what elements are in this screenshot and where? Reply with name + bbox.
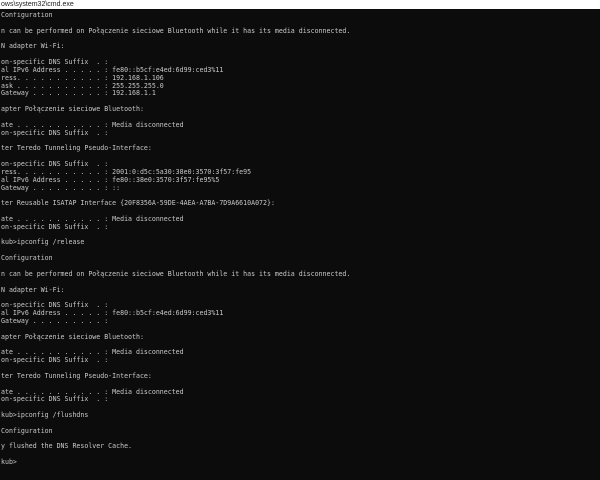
console-line: kub>ipconfig /flushdns: [1, 411, 89, 420]
console-line: n can be performed on Połączenie sieciow…: [1, 269, 351, 278]
window-title: ows\system32\cmd.exe: [1, 1, 74, 8]
console-line: ter Teredo Tunneling Pseudo-Interface:: [1, 371, 152, 380]
console-line: Gateway . . . . . . . . . : 192.168.1.1: [1, 89, 156, 98]
console-line: on-specific DNS Suffix . :: [1, 128, 109, 137]
console-line: Configuration: [1, 426, 53, 435]
window-titlebar[interactable]: ows\system32\cmd.exe: [0, 0, 600, 9]
console-line: n can be performed on Połączenie sieciow…: [1, 26, 351, 35]
console-output[interactable]: Configuration n can be performed on Połąc…: [0, 12, 600, 480]
cmd-window: ows\system32\cmd.exe Configuration n can …: [0, 0, 600, 480]
console-line: Configuration: [1, 12, 53, 19]
console-line: Gateway . . . . . . . . . :: [1, 316, 109, 325]
console-line: kub>: [1, 458, 17, 467]
console-line: apter Połączenie sieciowe Bluetooth:: [1, 105, 144, 114]
console-line: N adapter Wi-Fi:: [1, 285, 65, 294]
console-line: ter Reusable ISATAP Interface {20F8356A-…: [1, 199, 275, 208]
console-line: ter Teredo Tunneling Pseudo-Interface:: [1, 144, 152, 153]
console-line: kub>ipconfig /release: [1, 238, 85, 247]
console-line: y flushed the DNS Resolver Cache.: [1, 442, 133, 451]
console-line: apter Połączenie sieciowe Bluetooth:: [1, 332, 144, 341]
console-line: N adapter Wi-Fi:: [1, 42, 65, 51]
console-line: Configuration: [1, 254, 53, 263]
console-line: on-specific DNS Suffix . :: [1, 356, 109, 365]
console-line: Gateway . . . . . . . . . : ::: [1, 183, 121, 192]
console-line: on-specific DNS Suffix . :: [1, 222, 109, 231]
console-line: on-specific DNS Suffix . :: [1, 395, 109, 404]
